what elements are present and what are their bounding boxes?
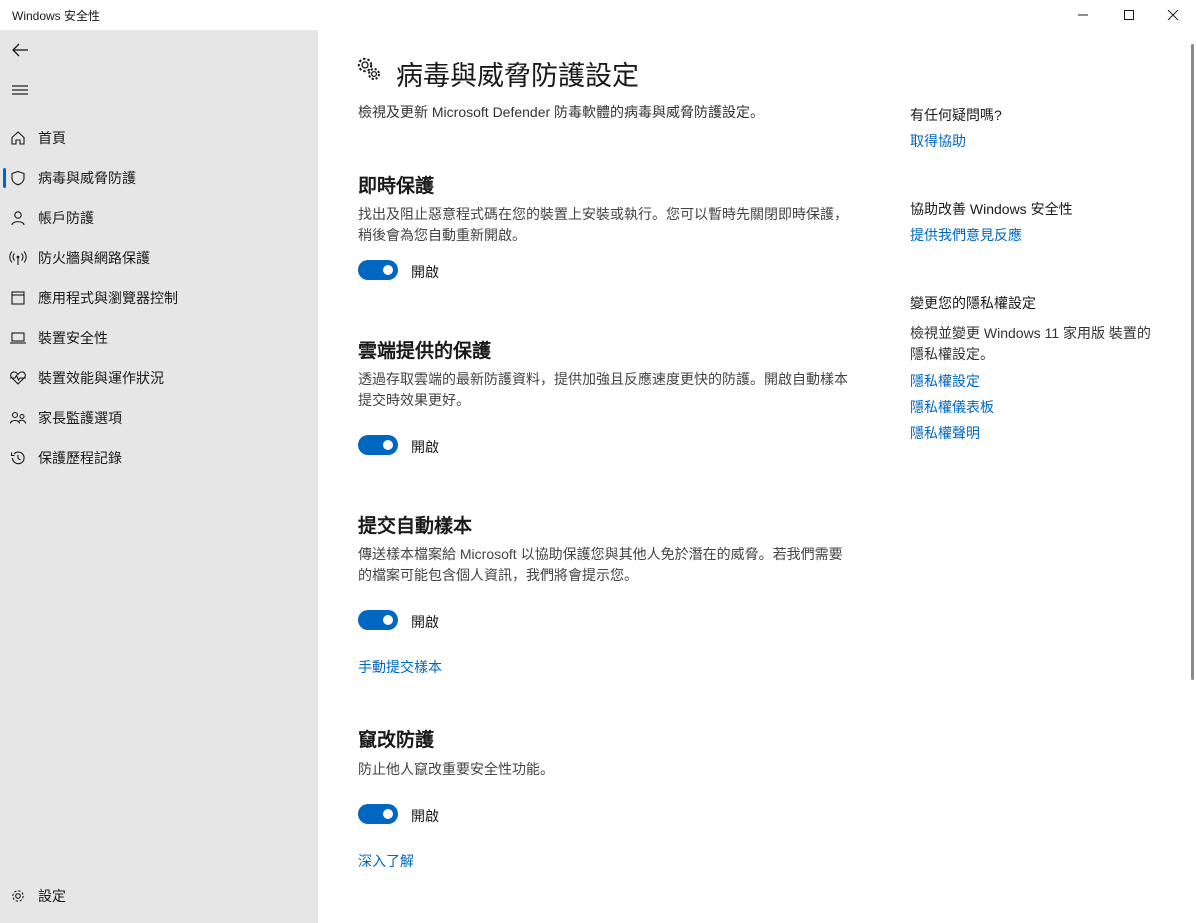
privacy-description: 檢視並變更 Windows 11 家用版 裝置的隱私權設定。	[910, 325, 1151, 362]
app-window-icon	[9, 289, 27, 307]
section-title-realtime-protection: 即時保護	[358, 176, 435, 197]
sidebar-item-settings[interactable]: 設定	[0, 876, 318, 916]
hamburger-menu-button[interactable]	[8, 78, 32, 102]
close-icon	[1167, 9, 1179, 21]
person-icon	[9, 209, 27, 227]
toggle-label: 開啟	[411, 264, 439, 280]
sidebar-item-account-protection[interactable]: 帳戶防護	[0, 198, 318, 238]
sidebar-item-device-security[interactable]: 裝置安全性	[0, 318, 318, 358]
sidebar-item-app-browser-control[interactable]: 應用程式與瀏覽器控制	[0, 278, 318, 318]
sidebar-item-home[interactable]: 首頁	[0, 118, 318, 158]
title-bar: Windows 安全性	[0, 0, 1196, 30]
privacy-heading: 變更您的隱私權設定	[910, 295, 1036, 311]
gear-icon	[9, 887, 27, 905]
sidebar-item-label: 帳戶防護	[38, 210, 94, 226]
sidebar-item-label: 裝置效能與運作狀況	[38, 370, 164, 386]
arrow-left-icon	[12, 43, 28, 57]
sidebar-item-label: 保護歷程記錄	[38, 450, 122, 466]
sidebar-item-family-options[interactable]: 家長監護選項	[0, 398, 318, 438]
heart-pulse-icon	[9, 369, 27, 387]
active-indicator	[3, 168, 6, 188]
toggle-knob	[383, 615, 393, 625]
maximize-button[interactable]	[1106, 0, 1152, 30]
family-icon	[9, 409, 27, 427]
sidebar: 首頁 病毒與威脅防護 帳戶防護 防火牆與網路保護 應用程式與瀏覽器控制 裝置安全…	[0, 30, 318, 923]
sidebar-item-label: 防火牆與網路保護	[38, 250, 150, 266]
sidebar-item-protection-history[interactable]: 保護歷程記錄	[0, 438, 318, 478]
sidebar-item-label: 首頁	[38, 130, 66, 146]
page-description: 檢視及更新 Microsoft Defender 防毒軟體的病毒與威脅防護設定。	[358, 104, 765, 120]
section-description: 防止他人竄改重要安全性功能。	[358, 761, 554, 777]
gears-icon	[356, 56, 384, 84]
window-title: Windows 安全性	[12, 9, 101, 23]
section-title-automatic-sample-submission: 提交自動樣本	[358, 516, 473, 537]
maximize-icon	[1124, 10, 1134, 20]
submit-sample-manually-link[interactable]: 手動提交樣本	[358, 657, 442, 677]
sidebar-item-label: 設定	[38, 888, 66, 904]
shield-icon	[9, 169, 27, 187]
sidebar-item-device-performance[interactable]: 裝置效能與運作狀況	[0, 358, 318, 398]
improve-heading: 協助改善 Windows 安全性	[910, 201, 1073, 217]
vertical-scrollbar[interactable]	[1191, 44, 1194, 680]
section-title-cloud-protection: 雲端提供的保護	[358, 341, 492, 362]
history-icon	[9, 449, 27, 467]
give-feedback-link[interactable]: 提供我們意見反應	[910, 225, 1022, 245]
main-content: 病毒與威脅防護設定 檢視及更新 Microsoft Defender 防毒軟體的…	[318, 30, 1196, 923]
toggle-knob	[383, 809, 393, 819]
sidebar-item-firewall[interactable]: 防火牆與網路保護	[0, 238, 318, 278]
section-description: 找出及阻止惡意程式碼在您的裝置上安裝或執行。您可以暫時先關閉即時保護，稍後會為您…	[358, 206, 848, 243]
get-help-link[interactable]: 取得協助	[910, 131, 966, 151]
sidebar-item-label: 病毒與威脅防護	[38, 170, 136, 186]
learn-more-link[interactable]: 深入了解	[358, 851, 414, 871]
sidebar-item-virus-threat-protection[interactable]: 病毒與威脅防護	[0, 158, 318, 198]
minimize-icon	[1078, 14, 1088, 16]
back-button[interactable]	[8, 38, 32, 62]
realtime-protection-toggle[interactable]	[358, 260, 398, 280]
toggle-knob	[383, 440, 393, 450]
toggle-label: 開啟	[411, 439, 439, 455]
section-description: 傳送樣本檔案給 Microsoft 以協助保護您與其他人免於潛在的威脅。若我們需…	[358, 546, 843, 583]
section-title-tamper-protection: 竄改防護	[358, 730, 435, 751]
toggle-knob	[383, 265, 393, 275]
sample-submission-toggle[interactable]	[358, 610, 398, 630]
hamburger-icon	[12, 85, 28, 95]
privacy-settings-link[interactable]: 隱私權設定	[910, 371, 980, 391]
sidebar-item-label: 應用程式與瀏覽器控制	[38, 290, 178, 306]
toggle-label: 開啟	[411, 808, 439, 824]
page-title: 病毒與威脅防護設定	[396, 61, 639, 91]
tamper-protection-toggle[interactable]	[358, 804, 398, 824]
privacy-statement-link[interactable]: 隱私權聲明	[910, 423, 980, 443]
laptop-icon	[9, 329, 27, 347]
toggle-label: 開啟	[411, 614, 439, 630]
section-description: 透過存取雲端的最新防護資料，提供加強且反應速度更快的防護。開啟自動樣本提交時效果…	[358, 371, 848, 408]
help-heading: 有任何疑問嗎?	[910, 107, 1002, 123]
close-button[interactable]	[1150, 0, 1196, 30]
cloud-protection-toggle[interactable]	[358, 435, 398, 455]
sidebar-item-label: 裝置安全性	[38, 330, 108, 346]
privacy-dashboard-link[interactable]: 隱私權儀表板	[910, 397, 994, 417]
minimize-button[interactable]	[1060, 0, 1106, 30]
wifi-antenna-icon	[9, 249, 27, 267]
home-icon	[9, 129, 27, 147]
sidebar-item-label: 家長監護選項	[38, 410, 122, 426]
